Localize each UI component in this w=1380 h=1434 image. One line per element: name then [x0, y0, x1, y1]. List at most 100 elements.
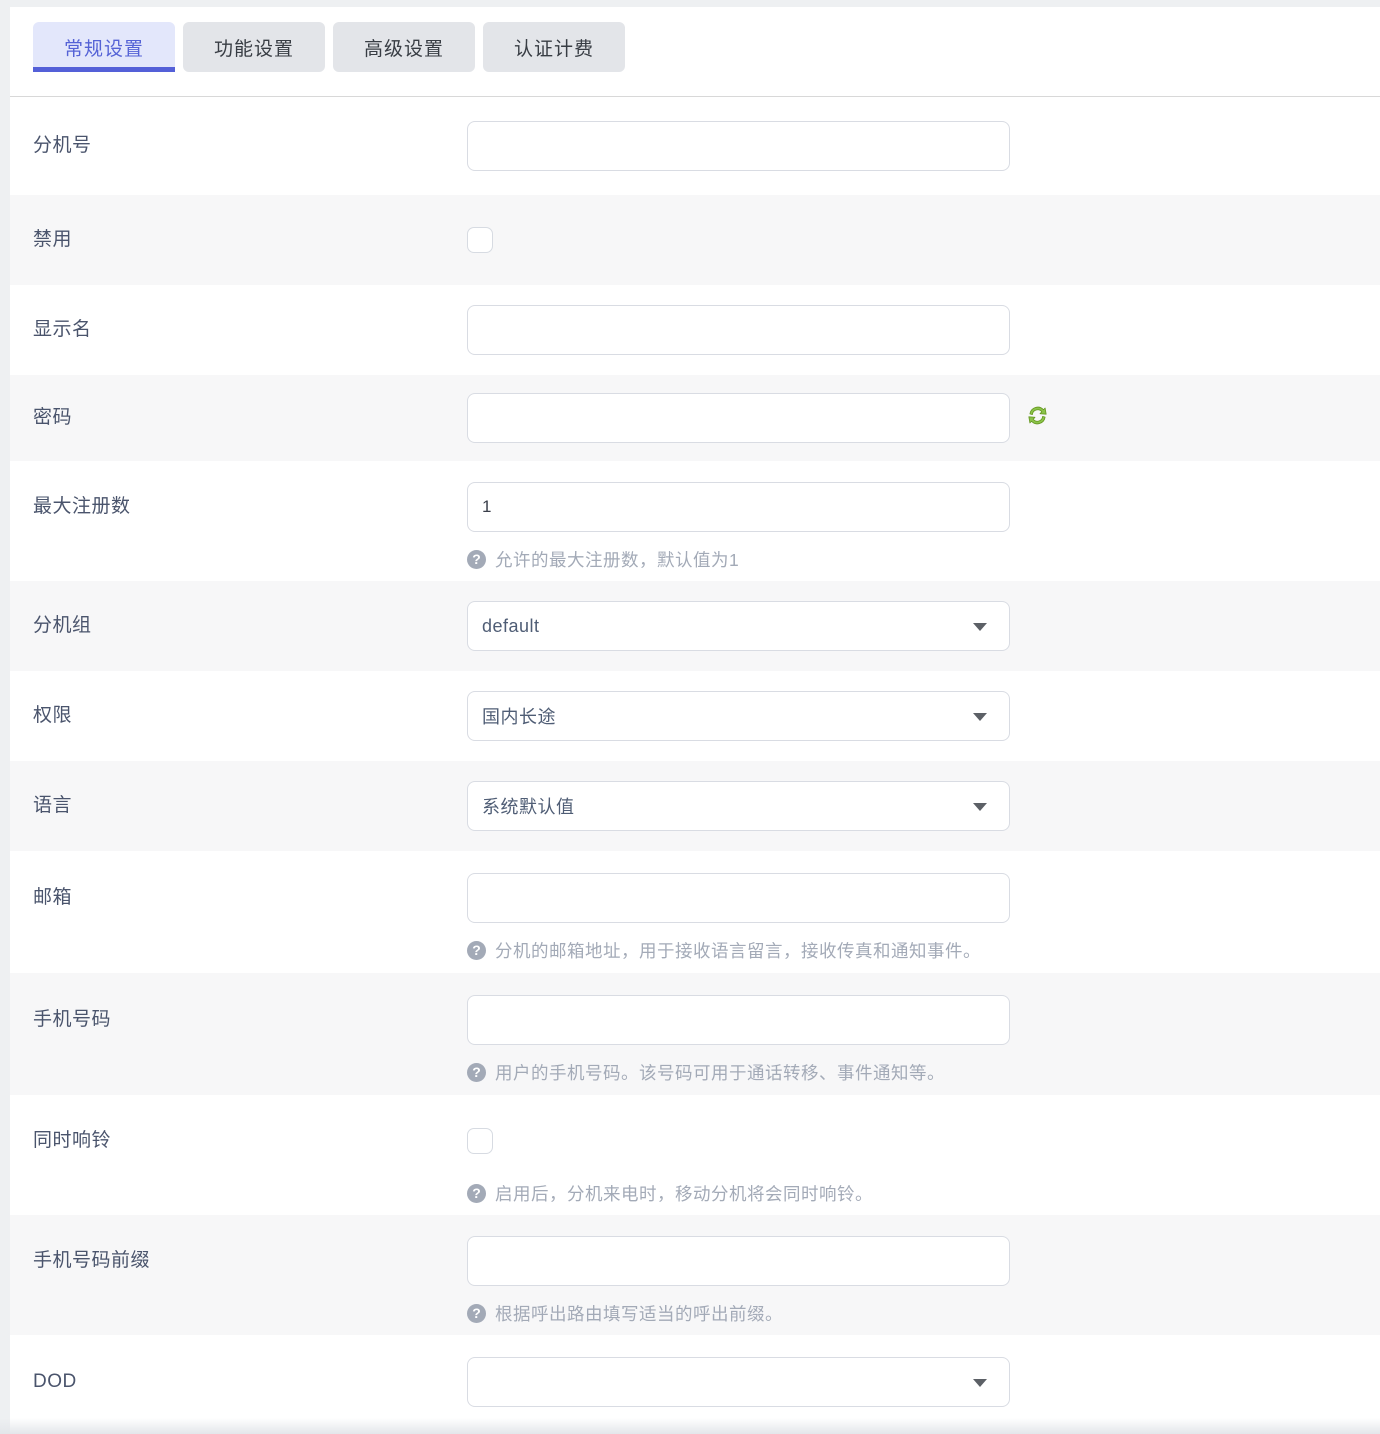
control-line	[467, 393, 1380, 443]
form-row-display-name: 显示名	[10, 285, 1380, 375]
field-control-cell	[467, 121, 1380, 171]
field-control-cell: 用户的手机号码。该号码可用于通话转移、事件通知等。	[467, 995, 1380, 1085]
tab-feature-settings[interactable]: 功能设置	[183, 22, 325, 72]
help-icon	[467, 550, 486, 569]
help-icon	[467, 1184, 486, 1203]
field-control-cell: 根据呼出路由填写适当的呼出前缀。	[467, 1236, 1380, 1326]
field-label-cell: 最大注册数	[10, 482, 467, 532]
field-label-cell: 密码	[10, 393, 467, 443]
field-label-cell: 禁用	[10, 215, 467, 265]
chevron-down-icon	[973, 1379, 987, 1387]
tab-bar: 常规设置 功能设置 高级设置 认证计费	[10, 7, 1380, 97]
field-label-cell: DOD	[10, 1357, 467, 1407]
help-icon	[467, 1063, 486, 1082]
field-label-password: 密码	[33, 393, 467, 443]
form-row-ring-simultaneously: 同时响铃启用后，分机来电时，移动分机将会同时响铃。	[10, 1095, 1380, 1215]
control-line	[467, 1236, 1380, 1286]
control-line	[467, 305, 1380, 355]
tab-general-settings[interactable]: 常规设置	[33, 22, 175, 72]
settings-panel: 常规设置 功能设置 高级设置 认证计费 分机号禁用显示名密码最大注册数允许的最大…	[10, 7, 1380, 1434]
help-icon	[467, 1304, 486, 1323]
field-control-cell: 允许的最大注册数，默认值为1	[467, 482, 1380, 572]
max-registrations-input[interactable]	[467, 482, 1010, 532]
help-line-ring-simultaneously: 启用后，分机来电时，移动分机将会同时响铃。	[467, 1181, 1380, 1206]
settings-page: 常规设置 功能设置 高级设置 认证计费 分机号禁用显示名密码最大注册数允许的最大…	[0, 0, 1380, 1434]
field-label-dod: DOD	[33, 1357, 467, 1407]
field-label-cell: 分机组	[10, 601, 467, 651]
help-text-max-registrations: 允许的最大注册数，默认值为1	[495, 547, 739, 572]
regenerate-password-button[interactable]	[1026, 407, 1048, 429]
extension-number-input[interactable]	[467, 121, 1010, 171]
email-input[interactable]	[467, 873, 1010, 923]
mobile-prefix-input[interactable]	[467, 1236, 1010, 1286]
language-select[interactable]: 系统默认值	[467, 781, 1010, 831]
field-control-cell	[467, 305, 1380, 355]
language-select-value: 系统默认值	[482, 793, 575, 819]
dod-select[interactable]	[467, 1357, 1010, 1407]
tab-auth-billing[interactable]: 认证计费	[483, 22, 625, 72]
field-control-cell: 国内长途	[467, 691, 1380, 741]
ring-simultaneously-checkbox[interactable]	[467, 1128, 493, 1154]
form-row-email: 邮箱分机的邮箱地址，用于接收语言留言，接收传真和通知事件。	[10, 851, 1380, 973]
mobile-number-input[interactable]	[467, 995, 1010, 1045]
chevron-down-icon	[973, 803, 987, 811]
field-label-language: 语言	[33, 781, 467, 831]
help-text-email: 分机的邮箱地址，用于接收语言留言，接收传真和通知事件。	[495, 938, 981, 963]
field-label-mobile-number: 手机号码	[33, 995, 467, 1045]
field-label-cell: 同时响铃	[10, 1116, 467, 1166]
field-control-cell: default	[467, 601, 1380, 651]
chevron-down-icon	[973, 713, 987, 721]
field-control-cell: 启用后，分机来电时，移动分机将会同时响铃。	[467, 1116, 1380, 1206]
tab-label: 常规设置	[64, 34, 144, 61]
field-control-cell	[467, 215, 1380, 265]
help-line-mobile-number: 用户的手机号码。该号码可用于通话转移、事件通知等。	[467, 1060, 1380, 1085]
extension-group-select[interactable]: default	[467, 601, 1010, 651]
field-label-cell: 分机号	[10, 121, 467, 171]
tab-label: 认证计费	[514, 34, 594, 61]
field-label-extension-group: 分机组	[33, 601, 467, 651]
field-label-cell: 手机号码前缀	[10, 1236, 467, 1286]
help-line-mobile-prefix: 根据呼出路由填写适当的呼出前缀。	[467, 1301, 1380, 1326]
field-control-cell	[467, 393, 1380, 443]
field-label-mobile-prefix: 手机号码前缀	[33, 1236, 467, 1286]
form-row-permission: 权限国内长途	[10, 671, 1380, 761]
extension-group-select-value: default	[482, 616, 540, 637]
control-line: 系统默认值	[467, 781, 1380, 831]
form-rows: 分机号禁用显示名密码最大注册数允许的最大注册数，默认值为1 分机组 default 权…	[10, 97, 1380, 1434]
form-row-language: 语言系统默认值	[10, 761, 1380, 851]
permission-select[interactable]: 国内长途	[467, 691, 1010, 741]
help-line-email: 分机的邮箱地址，用于接收语言留言，接收传真和通知事件。	[467, 938, 1380, 963]
field-label-cell: 手机号码	[10, 995, 467, 1045]
form-row-disable: 禁用	[10, 195, 1380, 285]
form-row-password: 密码	[10, 375, 1380, 461]
field-label-max-registrations: 最大注册数	[33, 482, 467, 532]
field-label-email: 邮箱	[33, 873, 467, 923]
password-input[interactable]	[467, 393, 1010, 443]
control-line: 国内长途	[467, 691, 1380, 741]
control-line	[467, 873, 1380, 923]
help-icon	[467, 941, 486, 960]
form-row-extension-group: 分机组 default	[10, 581, 1380, 671]
help-text-ring-simultaneously: 启用后，分机来电时，移动分机将会同时响铃。	[495, 1181, 873, 1206]
field-label-cell: 显示名	[10, 305, 467, 355]
field-label-disable: 禁用	[33, 215, 467, 265]
disable-checkbox[interactable]	[467, 227, 493, 253]
chevron-down-icon	[973, 623, 987, 631]
permission-select-value: 国内长途	[482, 703, 556, 729]
control-line	[467, 1116, 1380, 1166]
refresh-icon	[1027, 405, 1048, 431]
form-row-extension-number: 分机号	[10, 97, 1380, 195]
control-line: default	[467, 601, 1380, 651]
field-label-display-name: 显示名	[33, 305, 467, 355]
control-line	[467, 1357, 1380, 1407]
tab-label: 高级设置	[364, 34, 444, 61]
field-label-extension-number: 分机号	[33, 121, 467, 171]
field-label-cell: 语言	[10, 781, 467, 831]
field-control-cell: 系统默认值	[467, 781, 1380, 831]
help-text-mobile-number: 用户的手机号码。该号码可用于通话转移、事件通知等。	[495, 1060, 945, 1085]
display-name-input[interactable]	[467, 305, 1010, 355]
field-label-cell: 权限	[10, 691, 467, 741]
control-line	[467, 215, 1380, 265]
tab-advanced-settings[interactable]: 高级设置	[333, 22, 475, 72]
control-line	[467, 995, 1380, 1045]
